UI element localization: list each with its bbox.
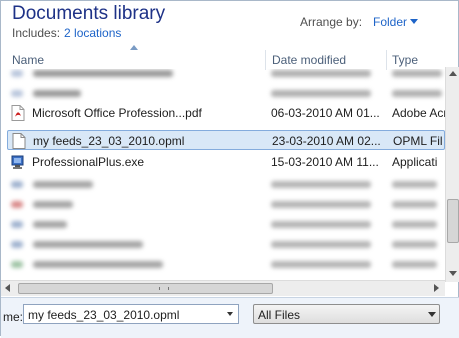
chevron-down-icon[interactable] [410,19,418,24]
includes-label: Includes: [12,26,61,40]
file-type: Applicati [392,155,438,169]
scroll-down-icon[interactable] [449,271,457,276]
file-type: OPML Fil [393,134,443,148]
arrange-by-label: Arrange by: [300,15,363,29]
file-name: Microsoft Office Profession...pdf [32,106,202,120]
column-header-type[interactable]: Type [392,52,418,69]
list-item[interactable] [7,234,445,254]
column-divider[interactable] [265,50,266,70]
library-title: Documents library [12,3,166,24]
file-row-exe[interactable]: ProfessionalPlus.exe 15-03-2010 AM 11...… [7,152,445,172]
locations-link[interactable]: 2 locations [64,26,121,40]
filename-input[interactable]: my feeds_23_03_2010.opml [23,304,239,324]
file-date: 15-03-2010 AM 11... [271,155,379,169]
list-item[interactable] [7,83,445,103]
scroll-thumb[interactable] [447,199,459,243]
chevron-down-icon[interactable] [227,312,233,316]
scroll-thumb[interactable] [18,283,273,294]
file-row-pdf[interactable]: Microsoft Office Profession...pdf 06-03-… [7,103,445,123]
scroll-right-icon[interactable] [434,284,439,292]
vertical-scrollbar[interactable] [445,67,459,282]
horizontal-scrollbar[interactable] [1,280,445,296]
file-date: 23-03-2010 AM 02... [272,134,381,148]
arrange-by-dropdown[interactable]: Folder [373,15,407,29]
column-header-date[interactable]: Date modified [272,52,346,69]
column-header-name[interactable]: Name [12,52,44,69]
list-item[interactable] [7,174,445,194]
grip-icon [159,287,169,290]
library-includes: Includes: 2 locations [12,26,121,40]
dialog-footer: me: my feeds_23_03_2010.opml All Files [1,297,459,338]
column-divider[interactable] [386,50,387,70]
chevron-down-icon[interactable] [428,312,436,317]
scroll-left-icon[interactable] [5,284,10,292]
sort-ascending-icon [130,45,138,50]
file-row-opml[interactable]: my feeds_23_03_2010.opml 23-03-2010 AM 0… [7,130,445,150]
file-type: Adobe Acr [392,106,445,120]
file-type-filter[interactable]: All Files [253,304,440,324]
list-item[interactable] [7,194,445,214]
list-item[interactable] [7,214,445,234]
file-name: my feeds_23_03_2010.opml [33,134,185,148]
file-list: Microsoft Office Profession...pdf 06-03-… [1,69,445,281]
filename-label: me: [3,310,24,324]
list-item[interactable] [7,254,445,274]
document-icon [12,133,26,149]
file-date: 06-03-2010 AM 01... [271,106,380,120]
pdf-icon [11,105,25,121]
list-item[interactable] [7,69,445,83]
open-file-dialog: Documents library Includes: 2 locations A… [0,0,459,338]
file-name: ProfessionalPlus.exe [32,155,145,169]
installer-icon [11,155,24,169]
scroll-up-icon[interactable] [449,71,457,76]
